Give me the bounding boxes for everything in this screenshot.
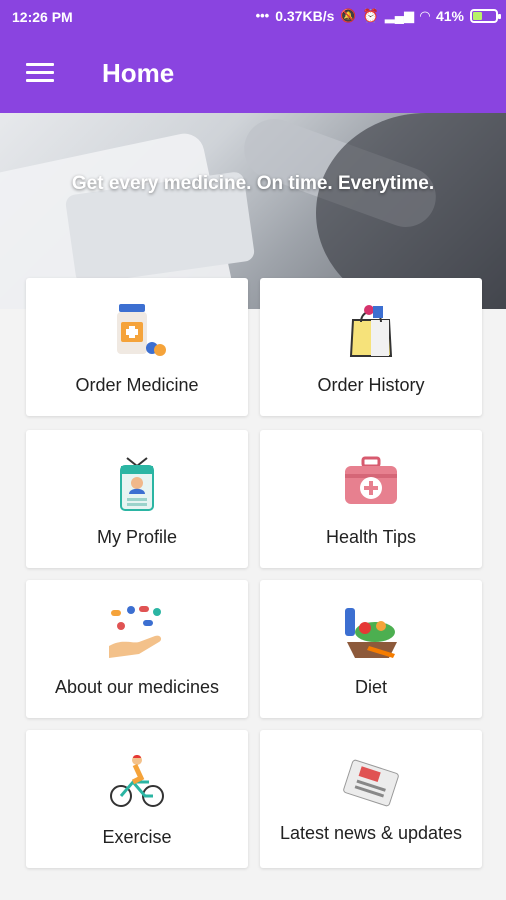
shopping-bag-icon	[260, 300, 482, 360]
tile-label: Exercise	[102, 827, 172, 847]
notification-dots-icon: •••	[255, 8, 270, 23]
pills-hand-icon	[26, 602, 248, 662]
hamburger-menu-icon[interactable]	[26, 63, 54, 85]
network-speed: 0.37KB/s	[275, 8, 335, 24]
tile-diet[interactable]: Diet	[260, 580, 482, 718]
battery-icon	[470, 9, 501, 23]
app-bar: Home	[0, 36, 506, 113]
newspaper-icon	[260, 752, 482, 812]
status-time: 12:26 PM	[12, 9, 73, 25]
tile-exercise[interactable]: Exercise	[26, 730, 248, 868]
tile-order-medicine[interactable]: Order Medicine	[26, 278, 248, 416]
wifi-icon: ◠	[419, 8, 430, 23]
mute-bell-icon: 🔕	[340, 8, 357, 23]
id-badge-icon	[26, 452, 248, 512]
tile-latest-news[interactable]: Latest news & updates	[260, 730, 482, 868]
page-title: Home	[102, 58, 175, 88]
tile-label: Health Tips	[325, 527, 417, 547]
status-bar: 12:26 PM ••• 0.37KB/s 🔕 ⏰ ▂▄▆ ◠ 41%	[0, 0, 506, 36]
medicine-bottle-icon	[26, 300, 248, 360]
cyclist-icon	[26, 752, 248, 812]
battery-percent: 41%	[435, 8, 464, 24]
status-icons: ••• 0.37KB/s 🔕 ⏰ ▂▄▆ ◠ 41%	[255, 8, 501, 24]
tile-health-tips[interactable]: Health Tips	[260, 430, 482, 568]
tile-label: My Profile	[96, 527, 177, 547]
tile-about-our-medicines[interactable]: About our medicines	[26, 580, 248, 718]
tile-order-history[interactable]: Order History	[260, 278, 482, 416]
tile-label: Latest news & updates	[279, 823, 463, 843]
first-aid-kit-icon	[260, 452, 482, 512]
banner-tagline: Get every medicine. On time. Everytime.	[71, 173, 435, 194]
tile-label: Order History	[317, 375, 425, 395]
signal-icon: ▂▄▆	[384, 8, 414, 23]
tile-label: Diet	[354, 677, 387, 697]
tile-label: Order Medicine	[75, 375, 199, 395]
alarm-icon: ⏰	[362, 8, 379, 23]
tile-my-profile[interactable]: My Profile	[26, 430, 248, 568]
vegetables-icon	[260, 602, 482, 662]
tile-label: About our medicines	[54, 677, 220, 697]
